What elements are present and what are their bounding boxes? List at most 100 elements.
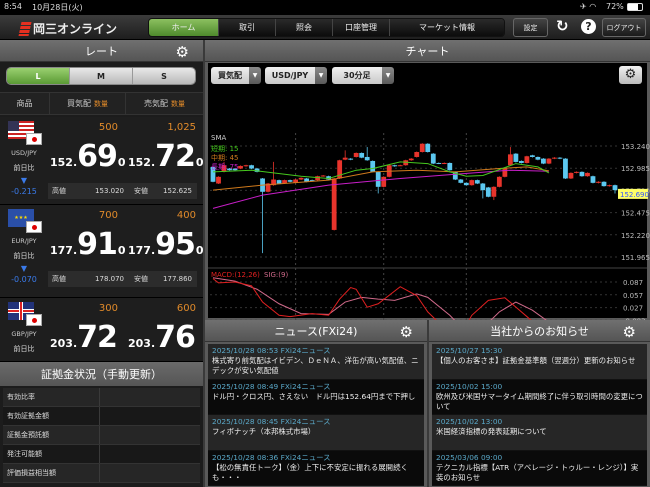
tab-account[interactable]: 口座管理 [333,19,390,36]
ask-qty: 1,025 [167,122,196,133]
down-arrow-icon: ▼ [20,176,28,185]
pair-name: USD/JPY [11,149,37,157]
news-item[interactable]: 2025/10/28 08:36 FXi24ニュース 【松の無責任トーク】（金）上… [208,450,424,486]
news-date: 2025/10/28 08:45 FXi24ニュース [212,417,331,426]
ask-price[interactable]: 203. 76 [128,320,196,355]
logout-button[interactable]: ログアウト [602,18,646,37]
macd-tick-label: 0.057 [623,292,643,300]
notice-title: 当社からのお知らせ [490,324,589,338]
side-dropdown[interactable]: 買気配 ▼ [211,67,261,84]
news-item[interactable]: 2025/10/28 08:49 FXi24ニュース ドル円・クロス円、さえない … [208,379,424,415]
notice-panel-header: 当社からのお知らせ ⚙ [429,320,650,342]
high-value: 178.070 [95,275,124,283]
tab-inquiry[interactable]: 照会 [276,19,333,36]
info-date: 2025/10/02 13:00 [436,417,503,426]
col-ask-qty: 数量 [171,99,185,108]
price-tick-label: 151.965 [621,254,650,262]
info-date: 2025/10/02 15:00 [436,381,503,391]
symbol-dropdown[interactable]: USD/JPY ▼ [265,67,327,84]
candle-up [414,152,420,157]
info-item[interactable]: 2025/10/27 15:30 【個人のお客さま】証拠金基準額（翌週分）更新のお… [432,344,647,380]
tab-trade[interactable]: 取引 [219,19,276,36]
bid-fraction: 0 [117,244,126,257]
col-bid: 買気配 数量 [50,93,126,114]
main-tabs: ホーム 取引 照会 口座管理 マーケット情報 [148,18,505,37]
info-text: 欧州及び米国サマータイム期間終了に伴う取引時間の変更について [436,391,643,411]
candle-down [463,182,469,186]
col-ask: 売気配 数量 [126,93,203,114]
rate-row-usdjpy[interactable]: USD/JPY 前日比 ▼ -0.215 500 1,025 152. 69 0 15… [0,117,204,205]
ask-big-figure: 152. [128,156,156,169]
high-label: 高値 [52,275,66,283]
candle-down [590,176,596,183]
ask-pips: 76 [155,320,196,355]
ask-price[interactable]: 177. 95 0 [128,227,204,262]
candle-up [342,157,348,160]
rate-row-eurjpy[interactable]: ★★★ EUR/JPY 前日比 ▼ -0.070 700 400 177. 91 0 … [0,205,204,298]
chart-panel: チャート 買気配 ▼ USD/JPY ▼ 30分足 ▼ ⚙ 153.240 152.98… [205,40,650,320]
status-date: 10月28日(火) [32,3,83,12]
candle-down [601,181,607,187]
pair-name: GBP/JPY [11,330,37,338]
price-chart[interactable]: 153.240152.985152.730152.475152.220151.9… [205,88,650,320]
ask-qty: 400 [176,210,196,221]
chart-settings-gear-icon[interactable]: ⚙ [619,66,642,84]
ask-fraction: 0 [195,244,204,257]
margin-status-header: 証拠金状況（手動更新） [0,362,203,386]
candle-up [607,185,612,187]
info-date: 2025/03/06 09:00 [436,452,503,462]
top-nav: 岡三オンライン ホーム 取引 照会 口座管理 マーケット情報 設定 ↻ ? ログ… [0,15,650,40]
size-l-button[interactable]: L [7,68,70,84]
size-s-button[interactable]: S [133,68,195,84]
bid-price[interactable]: 177. 91 0 [50,227,126,262]
bid-pips: 72 [77,320,118,355]
gear-icon[interactable]: ⚙ [176,43,189,61]
help-icon[interactable]: ? [581,19,596,34]
candle-down [364,156,370,161]
news-date: 2025/10/28 08:49 FXi24ニュース [212,381,331,391]
eu-jp-flag-icon: ★★★ [8,209,42,233]
gear-icon[interactable]: ⚙ [400,323,413,341]
chart-title: チャート [405,44,450,58]
info-item[interactable]: 2025/10/02 15:00 欧州及び米国サマータイム期間終了に伴う取引時間の… [432,379,647,415]
candle-up [524,156,530,163]
info-item[interactable]: 2025/10/02 13:00 米国経済指標の発表延期について [432,415,647,451]
settings-button[interactable]: 設定 [513,18,548,37]
candle-down [287,180,293,182]
bid-price[interactable]: 203. 72 [50,320,118,355]
bid-price[interactable]: 152. 69 0 [50,139,126,174]
ask-pips: 72 [155,139,196,174]
news-text: 株式寄り前気配はイビデン、ＤｅＮＡ、洋缶が高い気配値、ニデックが安い気配値 [212,356,419,375]
gear-icon[interactable]: ⚙ [623,323,636,341]
rate-row-gbpjpy[interactable]: GBP/JPY 前日比 300 600 203. 72 203. 76 [0,298,203,362]
tab-market-info[interactable]: マーケット情報 [390,19,504,36]
pair-name: EUR/JPY [11,237,37,245]
news-item[interactable]: 2025/10/28 08:45 FXi24ニュース フィボナッチ（本邦株式市場） [208,415,424,451]
candle-down [541,158,546,164]
low-label: 安値 [134,275,148,283]
news-item[interactable]: 2025/10/28 08:53 FXi24ニュース 株式寄り前気配はイビデン、Ｄ… [208,344,424,380]
size-m-button[interactable]: M [70,68,133,84]
high-low-bar: 高値 178.070 安値 177.860 [48,271,197,287]
bid-qty: 500 [98,122,118,133]
candle-up [397,165,403,167]
candle-down [359,152,365,158]
ask-big-figure: 177. [128,244,156,257]
info-item[interactable]: 2025/03/06 09:00 テクニカル指標【ATR（アベレージ・トゥルー・レ… [432,450,647,486]
ask-price[interactable]: 152. 72 0 [128,139,204,174]
col-bid-label: 買気配 [67,99,91,108]
news-date: 2025/10/28 08:36 FXi24ニュース [212,452,331,462]
refresh-icon[interactable]: ↻ [556,17,569,35]
brand-name: 岡三オンライン [33,22,118,36]
ask-fraction: 0 [195,156,204,169]
sma-legend: 中期: 45 [211,153,239,162]
bid-pips: 69 [77,139,118,174]
tab-home[interactable]: ホーム [149,19,219,36]
candle-up [408,158,414,161]
ask-big-figure: 203. [128,337,156,350]
change-value: -0.215 [11,187,37,196]
news-text: ドル円・クロス円、さえない ドル円は152.64円まで下押し [212,391,416,401]
period-dropdown[interactable]: 30分足 ▼ [332,67,394,84]
margin-row: 有効比率 [3,388,200,407]
high-value: 153.020 [95,187,124,195]
